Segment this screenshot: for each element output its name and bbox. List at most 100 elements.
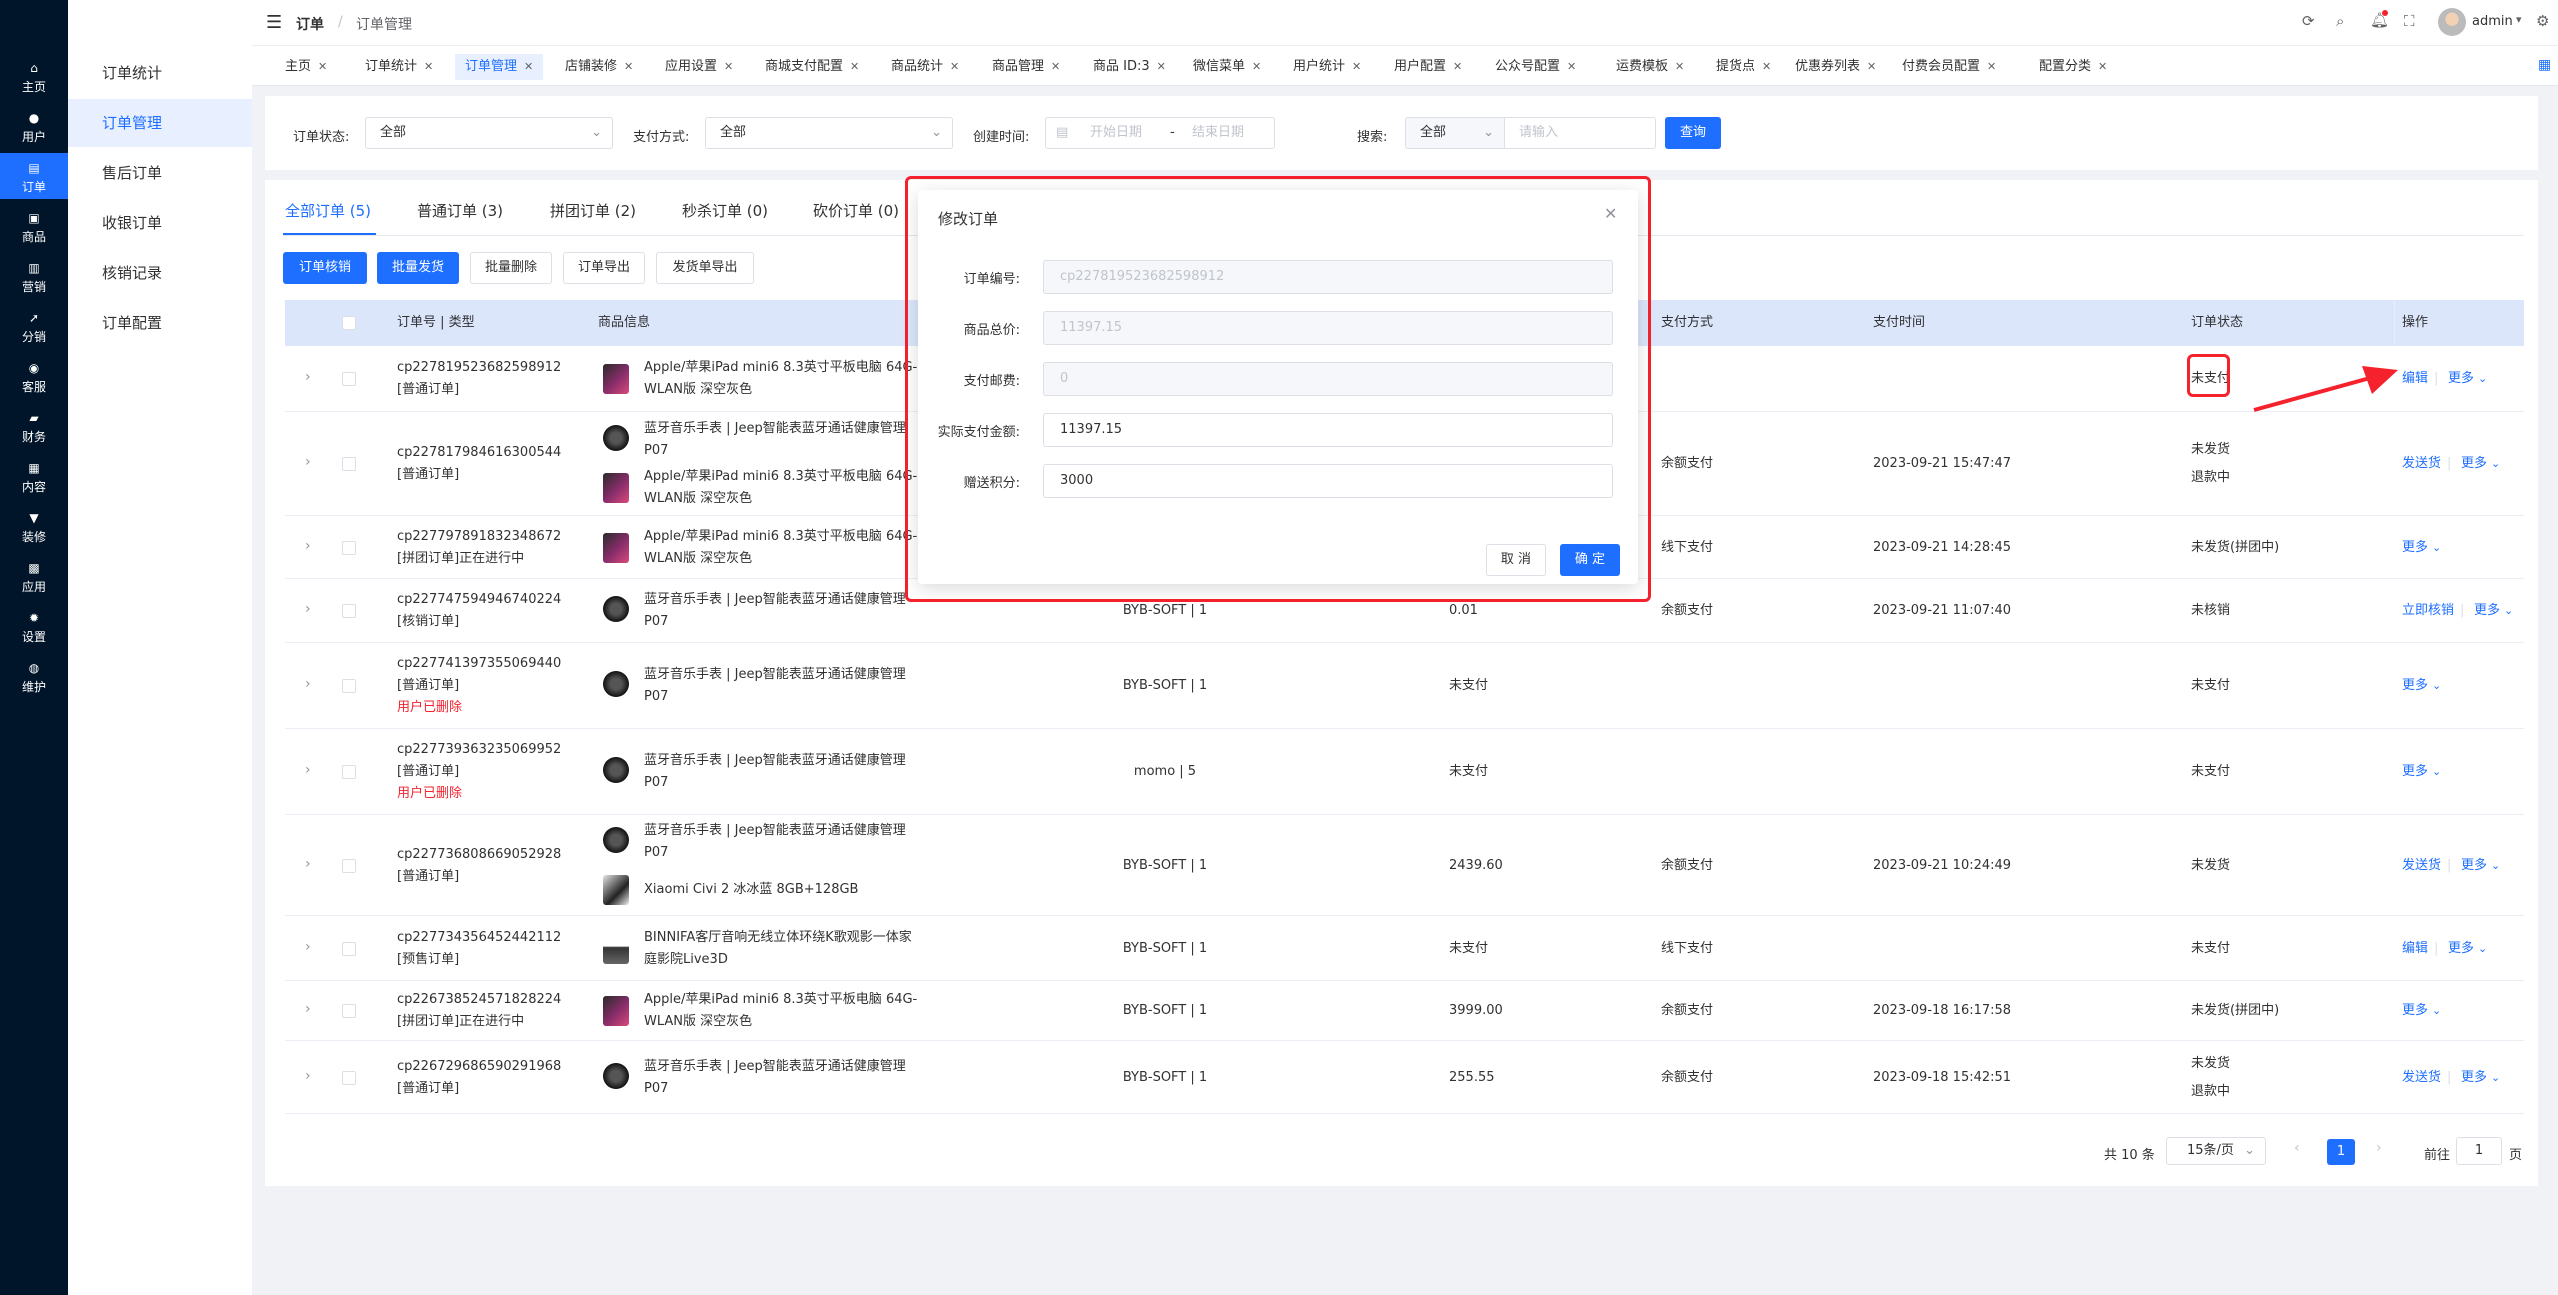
product-name[interactable]: Apple/苹果iPad mini6 8.3英寸平板电脑 64G- [644, 526, 917, 548]
expand-chevron-icon[interactable]: › [305, 1001, 311, 1017]
expand-chevron-icon[interactable]: › [305, 1068, 311, 1084]
close-icon[interactable]: ✕ [424, 60, 433, 73]
rail-item-marketing[interactable]: ▥ 营销 [0, 253, 68, 299]
more-dropdown[interactable]: 更多 [2402, 537, 2428, 559]
product-name[interactable]: 蓝牙音乐手表 | Jeep智能表蓝牙通话健康管理 [644, 589, 906, 611]
expand-chevron-icon[interactable]: › [305, 601, 311, 617]
row-checkbox[interactable] [342, 372, 356, 386]
more-dropdown[interactable]: 更多 [2461, 1067, 2487, 1089]
expand-chevron-icon[interactable]: › [305, 856, 311, 872]
row-checkbox[interactable] [342, 765, 356, 779]
product-name[interactable]: Xiaomi Civi 2 冰冰蓝 8GB+128GB [644, 879, 858, 901]
close-icon[interactable]: ✕ [1867, 60, 1876, 73]
submenu-item[interactable]: 订单管理 [68, 99, 252, 147]
more-dropdown[interactable]: 更多 [2474, 600, 2500, 622]
product-name[interactable]: Apple/苹果iPad mini6 8.3英寸平板电脑 64G- [644, 466, 917, 488]
order-type-tab[interactable]: 秒杀订单 (0) [682, 200, 768, 221]
chevron-down-icon[interactable]: ⌄ [2432, 675, 2441, 697]
row-checkbox[interactable] [342, 1070, 356, 1085]
tab-item[interactable]: 用户配置 ✕ [1384, 54, 1472, 80]
chevron-down-icon[interactable]: ⌄ [2432, 537, 2441, 559]
tab-item[interactable]: 用户统计 ✕ [1283, 54, 1371, 80]
tab-item[interactable]: 配置分类 ✕ [2029, 54, 2117, 80]
action-button[interactable]: 批量删除 [470, 252, 552, 284]
close-icon[interactable]: ✕ [2098, 60, 2107, 73]
settings-icon[interactable]: ⚙ [2536, 12, 2549, 30]
close-icon[interactable]: ✕ [1157, 60, 1166, 73]
op-link[interactable]: 发送货 [2402, 855, 2441, 877]
more-dropdown[interactable]: 更多 [2402, 761, 2428, 783]
field-input[interactable]: 11397.15 [1043, 413, 1613, 447]
tab-item[interactable]: 订单统计 ✕ [355, 54, 443, 80]
menu-toggle-icon[interactable]: ☰ [266, 12, 282, 33]
chevron-down-icon[interactable]: ⌄ [2491, 855, 2500, 877]
expand-chevron-icon[interactable]: › [305, 676, 311, 692]
more-dropdown[interactable]: 更多 [2461, 855, 2487, 877]
rail-item-order[interactable]: ▤ 订单 [0, 153, 68, 199]
order-type-tab[interactable]: 砍价订单 (0) [813, 200, 899, 221]
submenu-item[interactable]: 核销记录 [68, 249, 252, 297]
close-icon[interactable]: ✕ [524, 60, 533, 73]
tab-item[interactable]: 主页 ✕ [275, 54, 337, 80]
submenu-item[interactable]: 售后订单 [68, 149, 252, 197]
more-dropdown[interactable]: 更多 [2448, 368, 2474, 390]
op-link[interactable]: 编辑 [2402, 368, 2428, 390]
tab-item[interactable]: 付费会员配置 ✕ [1892, 54, 2006, 80]
rail-item-maintain[interactable]: ◍ 维护 [0, 653, 68, 699]
op-link[interactable]: 立即核销 [2402, 600, 2454, 622]
field-input[interactable]: 3000 [1043, 464, 1613, 498]
product-name[interactable]: Apple/苹果iPad mini6 8.3英寸平板电脑 64G- [644, 989, 917, 1011]
product-name[interactable]: Apple/苹果iPad mini6 8.3英寸平板电脑 64G- [644, 357, 917, 379]
search-scope-select[interactable]: 全部 ⌄ [1405, 117, 1505, 149]
refresh-icon[interactable]: ⟳ [2302, 12, 2315, 30]
rail-item-settings[interactable]: ✹ 设置 [0, 603, 68, 649]
submenu-item[interactable]: 收银订单 [68, 199, 252, 247]
op-link[interactable]: 发送货 [2402, 1067, 2441, 1089]
tab-item[interactable]: 运费模板 ✕ [1606, 54, 1694, 80]
action-button[interactable]: 订单导出 [563, 252, 645, 284]
order-type-tab[interactable]: 拼团订单 (2) [550, 200, 636, 221]
chevron-down-icon[interactable]: ⌄ [2491, 1067, 2500, 1089]
row-checkbox[interactable] [342, 941, 356, 956]
next-page-icon[interactable]: › [2376, 1140, 2382, 1156]
rail-item-content[interactable]: ▦ 内容 [0, 453, 68, 499]
search-input[interactable]: 请输入 [1504, 117, 1656, 149]
rail-item-distribution[interactable]: ➚ 分销 [0, 303, 68, 349]
row-checkbox[interactable] [342, 604, 356, 618]
select-all-checkbox[interactable] [342, 316, 356, 330]
close-icon[interactable]: ✕ [1453, 60, 1462, 73]
rail-item-finance[interactable]: ▰ 财务 [0, 403, 68, 449]
more-dropdown[interactable]: 更多 [2461, 453, 2487, 475]
breadcrumb-root[interactable]: 订单 [296, 14, 324, 34]
order-type-tab[interactable]: 普通订单 (3) [417, 200, 503, 221]
product-name[interactable]: BINNIFA客厅音响无线立体环绕K歌观影一体家 [644, 927, 912, 949]
tab-item[interactable]: 微信菜单 ✕ [1183, 54, 1271, 80]
rail-item-decor[interactable]: ▼ 装修 [0, 503, 68, 549]
product-name[interactable]: 蓝牙音乐手表 | Jeep智能表蓝牙通话健康管理 [644, 664, 906, 686]
product-name[interactable]: 蓝牙音乐手表 | Jeep智能表蓝牙通话健康管理 [644, 820, 906, 842]
chevron-down-icon[interactable]: ⌄ [2491, 453, 2500, 475]
close-icon[interactable]: ✕ [1352, 60, 1361, 73]
date-range-picker[interactable]: ▤ 开始日期 - 结束日期 [1045, 117, 1275, 149]
rail-item-home[interactable]: ⌂ 主页 [0, 53, 68, 99]
cancel-button[interactable]: 取 消 [1486, 544, 1546, 576]
close-icon[interactable]: ✕ [850, 60, 859, 73]
expand-chevron-icon[interactable]: › [305, 762, 311, 778]
submenu-item[interactable]: 订单配置 [68, 299, 252, 347]
row-checkbox[interactable] [342, 1004, 356, 1018]
close-icon[interactable]: ✕ [1051, 60, 1060, 73]
more-dropdown[interactable]: 更多 [2402, 1000, 2428, 1022]
chevron-down-icon[interactable]: ⌄ [2478, 938, 2487, 960]
tab-item[interactable]: 优惠券列表 ✕ [1785, 54, 1886, 80]
avatar[interactable] [2438, 8, 2466, 36]
expand-chevron-icon[interactable]: › [305, 369, 311, 385]
rail-item-app[interactable]: ▩ 应用 [0, 553, 68, 599]
page-1-button[interactable]: 1 [2327, 1139, 2355, 1165]
tab-item[interactable]: 公众号配置 ✕ [1485, 54, 1586, 80]
close-icon[interactable]: ✕ [724, 60, 733, 73]
action-button[interactable]: 订单核销 [283, 252, 367, 284]
tab-item[interactable]: 应用设置 ✕ [655, 54, 743, 80]
chevron-down-icon[interactable]: ▾ [2516, 13, 2522, 26]
expand-chevron-icon[interactable]: › [305, 939, 311, 955]
op-link[interactable]: 编辑 [2402, 938, 2428, 960]
